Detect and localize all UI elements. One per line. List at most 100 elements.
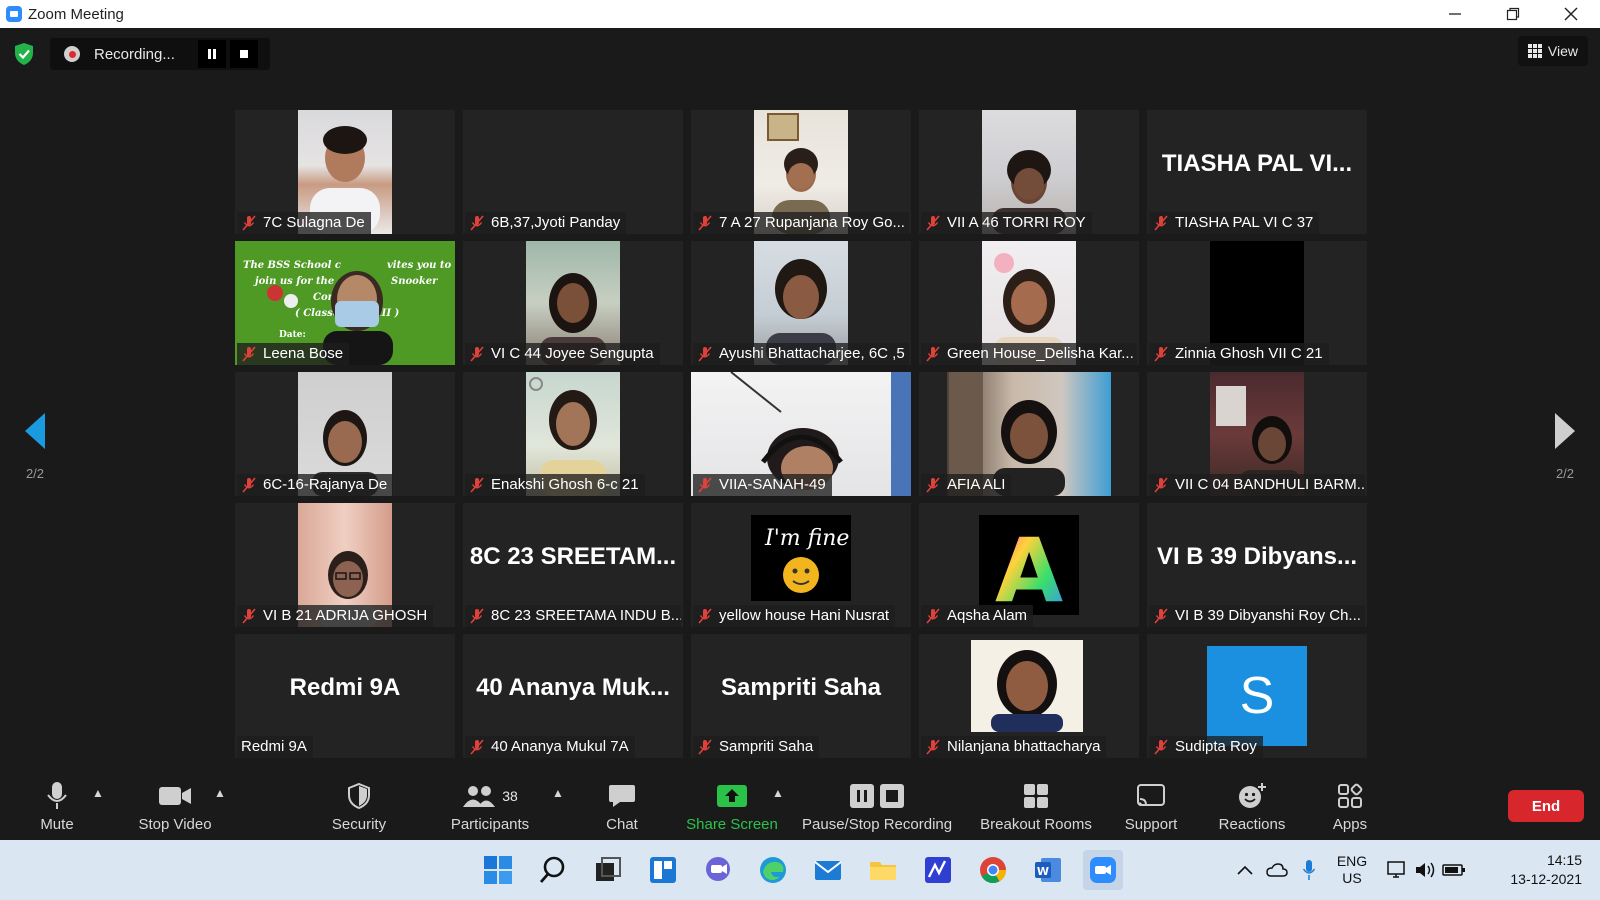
- participant-tile[interactable]: Nilanjana bhattacharya: [919, 634, 1139, 758]
- participant-tile[interactable]: 6B,37,Jyoti Panday: [463, 110, 683, 234]
- muted-mic-icon: [1154, 608, 1168, 624]
- participant-tile[interactable]: The BSS School c vites you to join us fo…: [235, 241, 455, 365]
- meeting-toolbar: Mute ▲ Stop Video ▲ Security 38 Particip…: [0, 772, 1600, 840]
- muted-mic-icon: [1154, 215, 1168, 231]
- participant-name: AFIA ALI: [921, 474, 1012, 496]
- language-indicator[interactable]: ENG US: [1332, 840, 1372, 900]
- participant-name: Zinnia Ghosh VII C 21: [1149, 343, 1329, 365]
- participant-tile[interactable]: VI C 44 Joyee Sengupta: [463, 241, 683, 365]
- participant-tile[interactable]: Enakshi Ghosh 6-c 21: [463, 372, 683, 496]
- muted-mic-icon: [926, 346, 940, 362]
- participant-tile[interactable]: A Aqsha Alam: [919, 503, 1139, 627]
- network-tray-button[interactable]: [1384, 840, 1412, 900]
- participant-tile[interactable]: VI B 21 ADRIJA GHOSH: [235, 503, 455, 627]
- participant-tile[interactable]: Zinnia Ghosh VII C 21: [1147, 241, 1367, 365]
- onedrive-tray-button[interactable]: [1262, 840, 1292, 900]
- participant-display-name: TIASHA PAL VI...: [1161, 150, 1353, 177]
- participant-tile[interactable]: 7C Sulagna De: [235, 110, 455, 234]
- participant-tile[interactable]: VII C 04 BANDHULI BARM...: [1147, 372, 1367, 496]
- task-view-button[interactable]: [588, 850, 628, 890]
- taskbar-search-button[interactable]: [533, 850, 573, 890]
- participant-display-name: 8C 23 SREETAM...: [469, 543, 677, 570]
- edge-browser-icon: [760, 857, 786, 883]
- share-screen-button[interactable]: Share Screen: [684, 780, 780, 833]
- mail-icon: [814, 861, 842, 880]
- pause-recording-button[interactable]: [198, 40, 226, 68]
- start-button[interactable]: [478, 850, 518, 890]
- minimize-button[interactable]: [1432, 0, 1478, 28]
- zoom-taskbar-button[interactable]: [1083, 850, 1123, 890]
- edge-browser-button[interactable]: [753, 850, 793, 890]
- mute-button[interactable]: Mute: [32, 780, 82, 833]
- clock[interactable]: 14:15 13-12-2021: [1478, 840, 1582, 900]
- support-button[interactable]: Support: [1118, 780, 1184, 833]
- participant-tile[interactable]: Redmi 9A Redmi 9A: [235, 634, 455, 758]
- audio-options-chevron-icon[interactable]: ▲: [92, 786, 104, 800]
- participants-options-chevron-icon[interactable]: ▲: [552, 786, 564, 800]
- battery-tray-button[interactable]: [1440, 840, 1468, 900]
- participant-name: Enakshi Ghosh 6-c 21: [465, 474, 645, 496]
- chat-button[interactable]: Chat: [600, 780, 644, 833]
- participant-name: VI B 39 Dibyanshi Roy Ch...: [1149, 605, 1365, 627]
- pause-stop-recording-button[interactable]: Pause/Stop Recording: [802, 780, 952, 833]
- apps-button[interactable]: Apps: [1328, 780, 1372, 833]
- word-button[interactable]: W: [1028, 850, 1068, 890]
- whiteboard-app-button[interactable]: [918, 850, 958, 890]
- participants-button[interactable]: 38 Participants: [445, 780, 535, 833]
- participant-tile[interactable]: 40 Ananya Muk... 40 Ananya Mukul 7A: [463, 634, 683, 758]
- participant-tile[interactable]: 7 A 27 Rupanjana Roy Go...: [691, 110, 911, 234]
- show-hidden-icons-button[interactable]: [1230, 840, 1260, 900]
- participant-name: Nilanjana bhattacharya: [921, 736, 1107, 758]
- participant-tile[interactable]: 8C 23 SREETAM... 8C 23 SREETAMA INDU B..…: [463, 503, 683, 627]
- participant-tile[interactable]: VII A 46 TORRI ROY: [919, 110, 1139, 234]
- volume-tray-button[interactable]: [1412, 840, 1440, 900]
- muted-mic-icon: [1154, 346, 1168, 362]
- volume-icon: [1416, 862, 1435, 878]
- view-button[interactable]: View: [1517, 36, 1588, 66]
- close-button[interactable]: [1548, 0, 1594, 28]
- stop-recording-icon: [880, 784, 904, 808]
- end-meeting-button[interactable]: End: [1508, 790, 1584, 822]
- participant-tile[interactable]: Green House_Delisha Kar...: [919, 241, 1139, 365]
- svg-text:Date:: Date:: [279, 330, 306, 340]
- participant-name: 7 A 27 Rupanjana Roy Go...: [693, 212, 909, 234]
- arrow-left-icon: [25, 413, 45, 449]
- security-button[interactable]: Security: [326, 780, 392, 833]
- task-view-icon: [596, 857, 621, 881]
- svg-text:vites you to: vites you to: [387, 260, 452, 271]
- participant-tile[interactable]: Ayushi Bhattacharjee, 6C ,5: [691, 241, 911, 365]
- teams-chat-button[interactable]: [698, 850, 738, 890]
- participant-tile[interactable]: Sampriti Saha Sampriti Saha: [691, 634, 911, 758]
- encryption-shield-icon[interactable]: [12, 41, 36, 67]
- next-page-button[interactable]: 2/2: [1540, 413, 1590, 481]
- video-options-chevron-icon[interactable]: ▲: [214, 786, 226, 800]
- file-explorer-button[interactable]: [863, 850, 903, 890]
- restore-button[interactable]: [1490, 0, 1536, 28]
- participant-tile[interactable]: TIASHA PAL VI... TIASHA PAL VI C 37: [1147, 110, 1367, 234]
- mail-button[interactable]: [808, 850, 848, 890]
- participant-tile[interactable]: VI B 39 Dibyans... VI B 39 Dibyanshi Roy…: [1147, 503, 1367, 627]
- participant-tile[interactable]: 6C-16-Rajanya De: [235, 372, 455, 496]
- participant-name: Sudipta Roy: [1149, 736, 1263, 758]
- svg-text:Snooker: Snooker: [391, 276, 438, 287]
- chrome-browser-button[interactable]: [973, 850, 1013, 890]
- previous-page-button[interactable]: 2/2: [10, 413, 60, 481]
- participant-tile[interactable]: I'm fine yellow house Hani Nusrat: [691, 503, 911, 627]
- muted-mic-icon: [926, 477, 940, 493]
- share-options-chevron-icon[interactable]: ▲: [772, 786, 784, 800]
- microphone-tray-button[interactable]: [1294, 840, 1324, 900]
- muted-mic-icon: [698, 346, 712, 362]
- video-camera-icon: [159, 787, 191, 805]
- widgets-button[interactable]: [643, 850, 683, 890]
- participant-avatar-letter: S: [1207, 646, 1307, 746]
- participant-tile[interactable]: AFIA ALI: [919, 372, 1139, 496]
- window-title: Zoom Meeting: [28, 5, 124, 23]
- reactions-button[interactable]: Reactions: [1214, 780, 1290, 833]
- teams-chat-icon: [706, 857, 730, 881]
- breakout-rooms-button[interactable]: Breakout Rooms: [974, 780, 1098, 833]
- participant-tile[interactable]: VIIA-SANAH-49: [691, 372, 911, 496]
- participant-tile[interactable]: S Sudipta Roy: [1147, 634, 1367, 758]
- stop-recording-button[interactable]: [230, 40, 258, 68]
- stop-video-button[interactable]: Stop Video: [130, 780, 220, 833]
- muted-mic-icon: [926, 215, 940, 231]
